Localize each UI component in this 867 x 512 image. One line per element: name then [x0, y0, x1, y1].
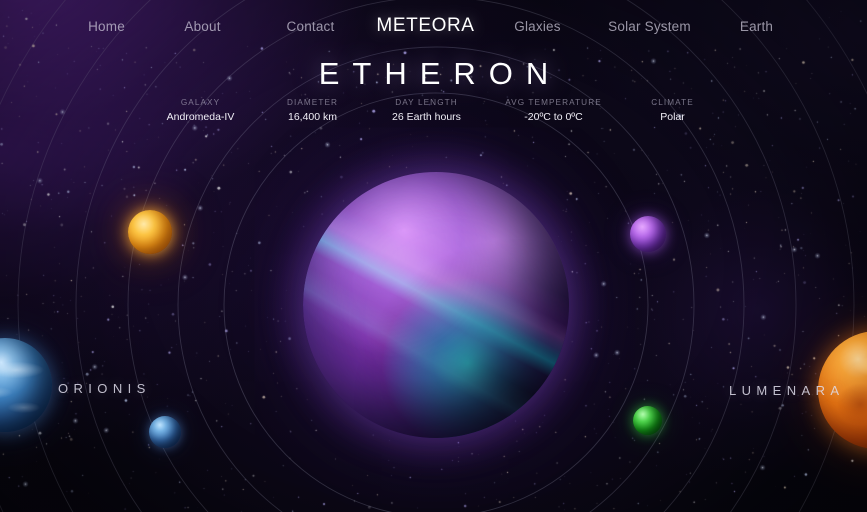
- main-navigation: Home About Contact METEORA Glaxies Solar Syst…: [0, 0, 867, 52]
- page-title: ETHERON: [318, 56, 562, 91]
- stat-label: AVG TEMPERATURE: [505, 98, 602, 107]
- nav-item-earth[interactable]: Earth: [709, 15, 805, 38]
- stat-value: 16,400 km: [287, 111, 338, 123]
- stat-label: DAY LENGTH: [395, 98, 458, 107]
- planet-green-moon[interactable]: [633, 406, 662, 435]
- hero-section: ETHERON: [0, 56, 867, 92]
- stat-galaxy: GALAXY Andromeda-IV: [143, 97, 259, 125]
- stat-value: Polar: [660, 111, 685, 123]
- stat-diameter: DIAMETER 16,400 km: [259, 97, 367, 125]
- stat-value: Andromeda-IV: [166, 111, 235, 123]
- planet-etheron[interactable]: [303, 172, 569, 438]
- planet-blue-moon[interactable]: [149, 416, 181, 448]
- planet-etheron-shading: [303, 172, 569, 438]
- stat-day-length: DAY LENGTH 26 Earth hours: [367, 97, 487, 125]
- space-explorer-page: Home About Contact METEORA Glaxies Solar Syst…: [0, 0, 867, 512]
- stat-value: -20ºC to 0ºC: [524, 111, 583, 123]
- stat-value: 26 Earth hours: [392, 111, 461, 123]
- planet-stats-row: GALAXY Andromeda-IV DIAMETER 16,400 km DAY L…: [0, 97, 867, 125]
- nav-item-glaxies[interactable]: Glaxies: [485, 15, 591, 38]
- stat-label: DIAMETER: [286, 98, 339, 107]
- nav-item-contact[interactable]: Contact: [255, 15, 367, 38]
- label-orionis[interactable]: ORIONIS: [58, 381, 151, 396]
- planet-orange-moon[interactable]: [128, 210, 172, 254]
- stat-avg-temperature: AVG TEMPERATURE -20ºC to 0ºC: [487, 97, 621, 125]
- planet-purple-moon[interactable]: [630, 216, 666, 252]
- nav-item-solar-system[interactable]: Solar System: [591, 15, 709, 38]
- stat-label: CLIMATE: [651, 98, 694, 107]
- nav-item-about[interactable]: About: [151, 15, 255, 38]
- nav-item-home[interactable]: Home: [63, 15, 151, 38]
- stat-label: GALAXY: [180, 98, 221, 107]
- stat-climate: CLIMATE Polar: [621, 97, 725, 125]
- label-lumenara[interactable]: LUMENARA: [729, 383, 844, 398]
- nav-item-meteora[interactable]: METEORA: [367, 11, 485, 41]
